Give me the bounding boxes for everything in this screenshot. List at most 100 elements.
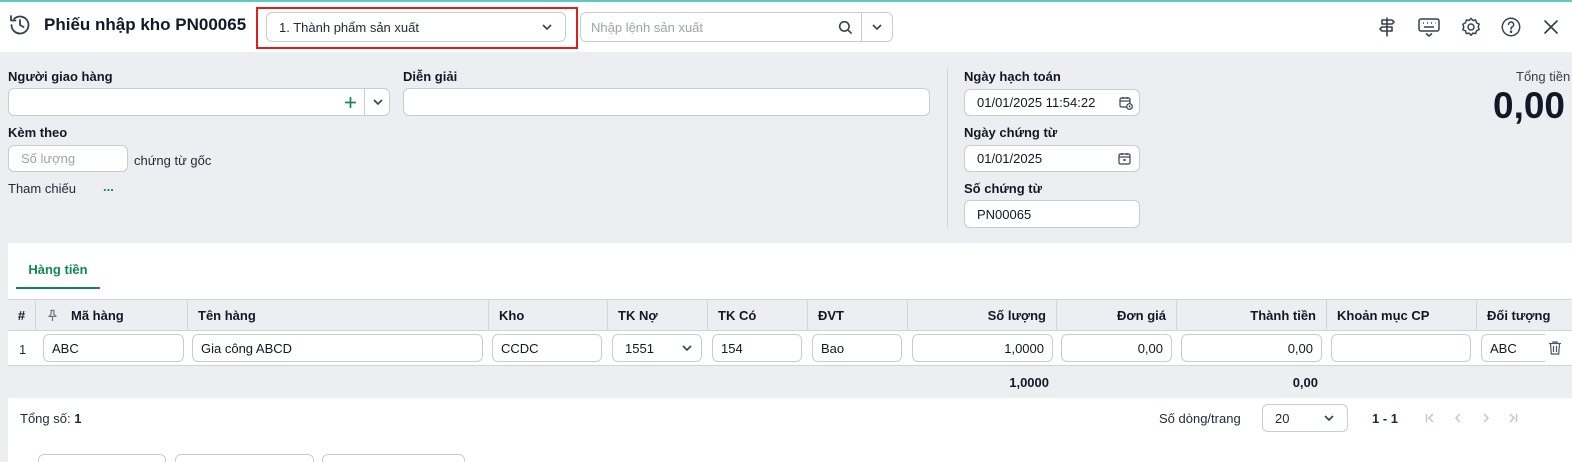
deliverer-label: Người giao hàng (8, 69, 113, 84)
chevron-right-icon (1483, 413, 1490, 423)
voucher-date-label: Ngày chứng từ (964, 125, 1058, 140)
rows-per-page-select[interactable]: 20 (1262, 404, 1348, 432)
rows-per-page-value: 20 (1275, 410, 1290, 426)
table-header: # Mã hàng Tên hàng Kho TK Nợ TK Có ĐVT S… (8, 299, 1572, 331)
total-quantity: 1,0000 (1009, 374, 1049, 390)
quantity-cell[interactable]: 1,0000 (912, 334, 1053, 362)
debit-account-value: 1551 (625, 340, 654, 356)
reference-label: Tham chiếu (8, 181, 76, 196)
item-name-cell[interactable]: Gia công ABCD (192, 334, 483, 362)
close-button[interactable] (1538, 14, 1564, 40)
debit-account-select[interactable]: 1551 (612, 334, 702, 362)
footer-action-button-1[interactable] (38, 454, 166, 462)
column-header-amount: Thành tiền (1177, 300, 1327, 330)
warehouse-cell[interactable]: CCDC (492, 334, 602, 362)
column-header-debit-account: TK Nợ (608, 300, 708, 330)
calendar-clock-icon[interactable] (1119, 96, 1133, 110)
tab-hang-tien[interactable]: Hàng tiền (16, 256, 100, 289)
item-code-cell[interactable]: ABC (43, 334, 184, 362)
column-header-warehouse: Kho (489, 300, 608, 330)
deliverer-input[interactable] (21, 94, 341, 110)
gear-icon (1462, 17, 1480, 37)
page-title: Phiếu nhập kho PN00065 (44, 15, 247, 34)
chevron-down-icon (1324, 415, 1334, 422)
voucher-number-field[interactable]: PN00065 (964, 200, 1140, 228)
signpost-button[interactable] (1374, 14, 1400, 40)
trash-icon (1549, 341, 1561, 355)
column-header-cost-item: Khoản mục CP (1327, 300, 1477, 330)
form-divider (947, 68, 948, 228)
voucher-date-value: 01/01/2025 (977, 151, 1043, 166)
total-count-label: Tổng số: (20, 411, 71, 426)
description-field[interactable] (403, 88, 930, 116)
column-header-unit: ĐVT (808, 300, 908, 330)
deliverer-dropdown-button[interactable] (364, 89, 390, 115)
chevron-down-icon (542, 24, 552, 31)
description-label: Diễn giải (403, 69, 458, 84)
voucher-type-select[interactable]: 1. Thành phẩm sản xuất (266, 12, 566, 42)
keyboard-shortcuts-button[interactable] (1416, 14, 1442, 40)
chevron-down-icon (682, 345, 692, 352)
column-header-index: # (8, 300, 36, 330)
total-amount-label: Tổng tiền (1516, 69, 1571, 84)
production-order-field[interactable] (580, 12, 862, 42)
search-icon (838, 20, 852, 34)
accounting-date-value: 01/01/2025 11:54:22 (977, 95, 1096, 110)
attached-label: Kèm theo (8, 125, 68, 140)
total-count: Tổng số: 1 (20, 411, 81, 426)
delete-row-button[interactable] (1547, 340, 1563, 356)
attached-quantity-input[interactable] (21, 151, 115, 166)
chevron-down-icon (372, 99, 383, 106)
production-order-dropdown-button[interactable] (861, 12, 893, 42)
keyboard-icon (1418, 18, 1440, 37)
add-deliverer-button[interactable] (339, 91, 361, 113)
last-page-button[interactable] (1505, 410, 1521, 426)
footer-action-button-2[interactable] (175, 454, 314, 462)
voucher-date-field[interactable]: 01/01/2025 (964, 145, 1140, 172)
plus-icon (344, 96, 356, 108)
cost-item-cell[interactable] (1331, 334, 1471, 362)
accounting-date-label: Ngày hạch toán (964, 69, 1061, 84)
voucher-number-value: PN00065 (977, 206, 1032, 222)
search-button[interactable] (830, 13, 860, 41)
voucher-number-label: Số chứng từ (964, 181, 1043, 196)
total-amount-value: 0,00 (1493, 85, 1566, 126)
footer-action-button-3[interactable] (322, 454, 465, 462)
chevron-left-icon (1454, 413, 1461, 423)
help-button[interactable] (1498, 14, 1524, 40)
column-header-item-code-label: Mã hàng (71, 307, 124, 323)
last-page-icon (1509, 413, 1518, 423)
column-header-quantity: Số lượng (908, 300, 1057, 330)
column-header-unit-price: Đơn giá (1057, 300, 1177, 330)
table-summary-row: 1,0000 0,00 (8, 366, 1572, 398)
accounting-date-field[interactable]: 01/01/2025 11:54:22 (964, 89, 1140, 116)
first-page-button[interactable] (1422, 410, 1438, 426)
credit-account-cell[interactable]: 154 (712, 334, 802, 362)
unit-cell[interactable]: Bao (812, 334, 902, 362)
previous-page-button[interactable] (1450, 410, 1466, 426)
reference-link[interactable]: ... (103, 179, 114, 194)
unit-price-cell[interactable]: 0,00 (1061, 334, 1172, 362)
signpost-icon (1379, 17, 1395, 37)
column-header-item-name: Tên hàng (188, 300, 489, 330)
settings-button[interactable] (1458, 14, 1484, 40)
total-count-value: 1 (74, 411, 82, 426)
original-docs-text: chứng từ gốc (134, 153, 212, 168)
production-order-input[interactable] (591, 19, 861, 35)
column-header-item-code[interactable]: Mã hàng (36, 300, 188, 330)
page-range: 1 - 1 (1372, 411, 1399, 426)
deliverer-field[interactable] (8, 88, 390, 116)
row-index: 1 (19, 342, 27, 357)
pin-icon[interactable] (46, 309, 59, 322)
calendar-icon[interactable] (1118, 152, 1131, 165)
attached-quantity-field[interactable] (8, 145, 128, 172)
rows-per-page-label: Số dòng/trang (1159, 411, 1241, 426)
object-cell[interactable]: ABC (1481, 334, 1545, 362)
chevron-down-icon (872, 24, 882, 31)
amount-cell[interactable]: 0,00 (1181, 334, 1322, 362)
column-header-object: Đối tượng (1487, 307, 1551, 323)
next-page-button[interactable] (1478, 410, 1494, 426)
history-icon[interactable] (8, 13, 32, 37)
description-input[interactable] (416, 94, 917, 110)
first-page-icon (1425, 413, 1434, 423)
